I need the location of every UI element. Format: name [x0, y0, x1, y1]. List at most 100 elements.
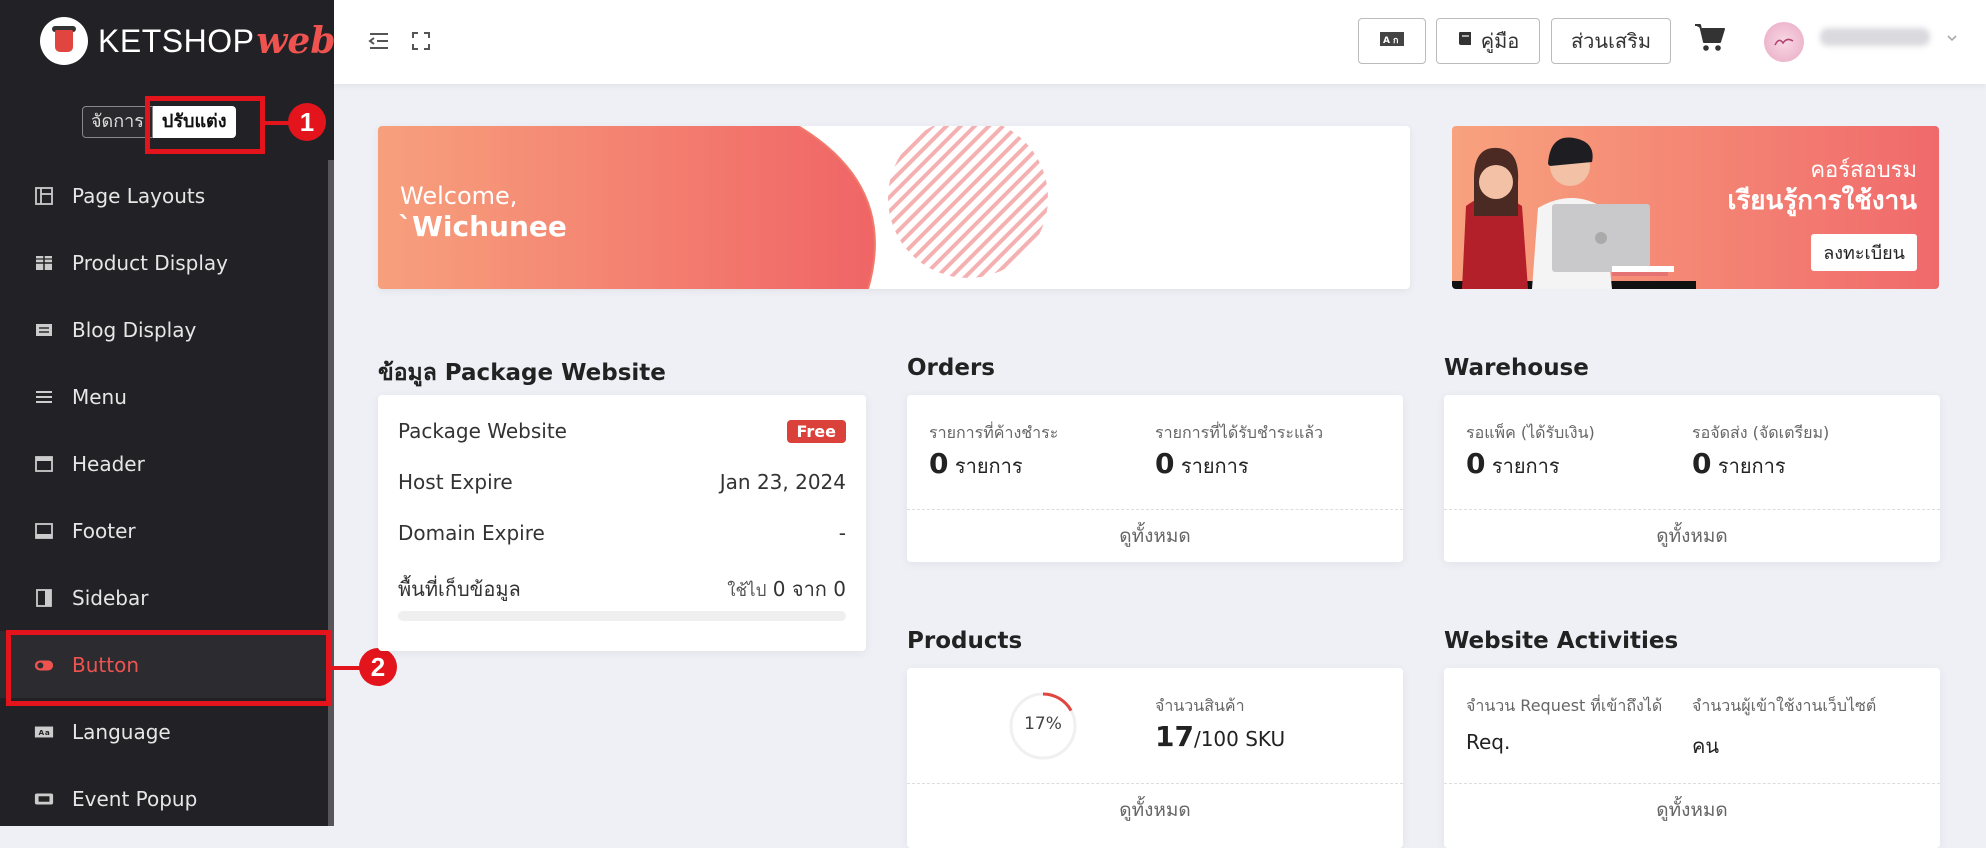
- activities-req-value: Req.: [1466, 730, 1511, 754]
- orders-view-all-link[interactable]: ดูทั้งหมด: [907, 509, 1403, 562]
- activities-visitors-label: จำนวนผู้เข้าใช้งานเว็บไซต์: [1692, 696, 1877, 715]
- domain-expire-value: -: [838, 521, 846, 545]
- warehouse-view-all-link[interactable]: ดูทั้งหมด: [1444, 509, 1940, 562]
- sidebar-item-language[interactable]: Aa Language: [0, 698, 334, 765]
- package-card: Package Website Free Host Expire Jan 23,…: [378, 395, 866, 651]
- fullscreen-icon[interactable]: [408, 28, 434, 54]
- book-icon: [1457, 29, 1475, 53]
- sidebar-item-label: Page Layouts: [72, 183, 206, 208]
- storage-prefix: ใช้ไป: [727, 581, 767, 601]
- manual-button[interactable]: คู่มือ: [1436, 18, 1540, 64]
- annotation-box-button: [6, 630, 331, 706]
- sidebar-scrollbar[interactable]: [328, 160, 334, 826]
- products-percent-text: 17%: [1024, 714, 1062, 734]
- svg-text:A: A: [39, 728, 45, 737]
- activities-section-title: Website Activities: [1444, 628, 1679, 654]
- warehouse-card: รอแพ็ค (ได้รับเงิน) 0 รายการ รอจัดส่ง (จ…: [1444, 395, 1940, 562]
- orders-paid-value: 0 รายการ: [1155, 447, 1249, 480]
- chevron-down-icon[interactable]: [1946, 32, 1958, 48]
- manual-label: คู่มือ: [1480, 29, 1520, 53]
- course-banner[interactable]: คอร์สอบรม เรียนรู้การใช้งาน ลงทะเบียน: [1452, 126, 1939, 289]
- activities-card: จำนวน Request ที่เข้าถึงได้ Req. จำนวนผู…: [1444, 668, 1940, 848]
- hamburger-icon: [34, 387, 54, 407]
- mode-manage-button[interactable]: จัดการ: [82, 106, 153, 138]
- orders-section-title: Orders: [907, 355, 995, 381]
- welcome-banner: Welcome, `Wichunee: [378, 126, 1410, 289]
- products-view-all-link[interactable]: ดูทั้งหมด: [907, 783, 1403, 836]
- blog-icon: [34, 320, 54, 340]
- svg-text:A: A: [1383, 36, 1390, 46]
- language-switch-button[interactable]: Aก: [1358, 18, 1426, 64]
- sidebar-item-header[interactable]: Header: [0, 430, 334, 497]
- sidebar-item-event-popup[interactable]: Event Popup: [0, 765, 334, 832]
- sidebar-item-footer[interactable]: Footer: [0, 497, 334, 564]
- warehouse-ship-label: รอจัดส่ง (จัดเตรียม): [1692, 423, 1830, 442]
- storage-row: พื้นที่เก็บข้อมูล ใช้ไป 0 จาก 0: [398, 573, 846, 605]
- welcome-banner-art: [378, 126, 1048, 289]
- sidebar-item-label: Language: [72, 719, 171, 744]
- sidebar-item-sidebar[interactable]: Sidebar: [0, 564, 334, 631]
- storage-mid: จาก: [791, 577, 827, 601]
- brand-logo[interactable]: KETSHOP web: [40, 16, 336, 66]
- avatar[interactable]: [1764, 22, 1804, 62]
- warehouse-pack-value: 0 รายการ: [1466, 447, 1560, 480]
- warehouse-pack-label: รอแพ็ค (ได้รับเงิน): [1466, 423, 1595, 442]
- activities-req-label: จำนวน Request ที่เข้าถึงได้: [1466, 696, 1663, 715]
- products-card: 17% จำนวนสินค้า 17/100 SKU ดูทั้งหมด: [907, 668, 1403, 848]
- annotation-marker-1: 1: [288, 103, 326, 141]
- topbar: Aก คู่มือ ส่วนเสริม: [334, 0, 1986, 84]
- sidebar-item-product-display[interactable]: Product Display: [0, 229, 334, 296]
- sidebar-item-page-layouts[interactable]: Page Layouts: [0, 162, 334, 229]
- host-expire-row: Host Expire Jan 23, 2024: [398, 470, 846, 494]
- package-plan-label: Package Website: [398, 419, 567, 443]
- activities-visitors-value: คน: [1692, 734, 1720, 758]
- language-icon: Aก: [1379, 29, 1405, 53]
- popup-icon: [34, 789, 54, 809]
- welcome-username: `Wichunee: [398, 210, 567, 243]
- sidebar-item-menu[interactable]: Menu: [0, 363, 334, 430]
- products-section-title: Products: [907, 628, 1023, 654]
- storage-value: ใช้ไป 0 จาก 0: [727, 573, 846, 605]
- page-layout-icon: [34, 186, 54, 206]
- sidebar-item-label: Blog Display: [72, 317, 197, 342]
- grid-icon: [34, 253, 54, 273]
- footer-icon: [34, 521, 54, 541]
- storage-progress-bar: [398, 611, 846, 621]
- register-button[interactable]: ลงทะเบียน: [1811, 234, 1917, 271]
- cart-icon[interactable]: [1693, 20, 1727, 54]
- welcome-greeting: Welcome,: [400, 182, 518, 210]
- host-expire-label: Host Expire: [398, 470, 513, 494]
- products-count-value: 17/100 SKU: [1155, 720, 1286, 753]
- domain-expire-label: Domain Expire: [398, 521, 545, 545]
- host-expire-value: Jan 23, 2024: [719, 470, 846, 494]
- products-count-label: จำนวนสินค้า: [1155, 696, 1245, 715]
- sidebar-item-label: Sidebar: [72, 585, 149, 610]
- activities-view-all-link[interactable]: ดูทั้งหมด: [1444, 783, 1940, 836]
- addons-label: ส่วนเสริม: [1570, 29, 1652, 53]
- sidebar-item-label: Event Popup: [72, 786, 198, 811]
- svg-text:a: a: [45, 728, 50, 737]
- sidebar-item-label: Product Display: [72, 250, 229, 275]
- collapse-sidebar-icon[interactable]: [366, 28, 392, 54]
- plan-badge: Free: [786, 419, 846, 443]
- orders-pending-label: รายการที่ค้างชำระ: [929, 423, 1059, 442]
- header-icon: [34, 454, 54, 474]
- sidebar-icon: [34, 588, 54, 608]
- course-subtitle: เรียนรู้การใช้งาน: [1727, 186, 1917, 216]
- package-plan-row: Package Website Free: [398, 419, 846, 443]
- username-blurred[interactable]: [1820, 28, 1930, 46]
- logo-accent-text: web: [256, 20, 336, 62]
- sidebar-item-label: Header: [72, 451, 145, 476]
- annotation-marker-2: 2: [359, 648, 397, 686]
- logo-cup-icon: [40, 17, 88, 65]
- language-icon: Aa: [34, 722, 54, 742]
- sidebar-item-blog-display[interactable]: Blog Display: [0, 296, 334, 363]
- storage-label: พื้นที่เก็บข้อมูล: [398, 577, 521, 601]
- logo-text: KETSHOP: [98, 22, 255, 59]
- warehouse-ship-value: 0 รายการ: [1692, 447, 1786, 480]
- storage-total: 0: [833, 577, 846, 601]
- orders-card: รายการที่ค้างชำระ 0 รายการ รายการที่ได้ร…: [907, 395, 1403, 562]
- storage-used: 0: [772, 577, 786, 601]
- addons-button[interactable]: ส่วนเสริม: [1551, 18, 1671, 64]
- annotation-box-customize: [145, 96, 265, 154]
